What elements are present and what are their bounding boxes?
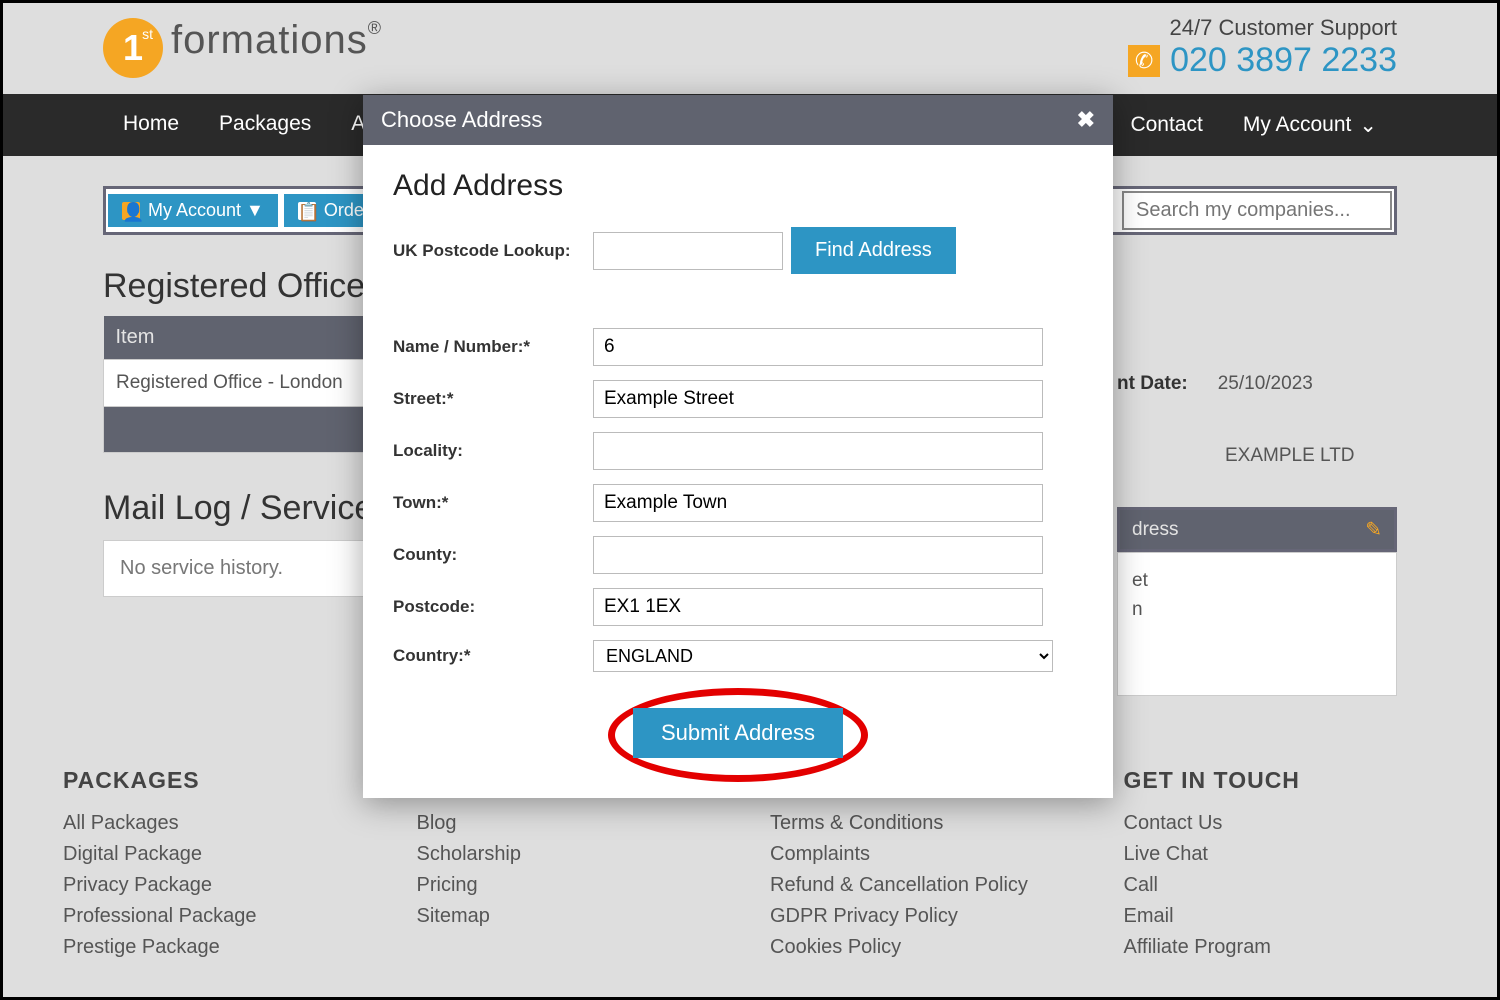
modal-body: Add Address UK Postcode Lookup: Find Add… <box>363 145 1113 798</box>
nav-account[interactable]: My Account ⌄ <box>1223 95 1397 156</box>
logo-number: 1 <box>123 27 143 69</box>
footer-link[interactable]: Professional Package <box>63 905 377 928</box>
nav-right: Contact My Account ⌄ <box>1110 94 1397 156</box>
footer-link[interactable]: Sitemap <box>417 905 731 928</box>
logo[interactable]: 1 st formations ® <box>103 18 381 78</box>
county-input[interactable] <box>593 536 1043 574</box>
footer-link[interactable]: Email <box>1124 905 1438 928</box>
side-panel: nt Date: 25/10/2023 EXAMPLE LTD dress ✎ … <box>1117 373 1397 696</box>
footer-col-packages: PACKAGES All Packages Digital Package Pr… <box>43 767 397 967</box>
nav-packages[interactable]: Packages <box>199 94 331 156</box>
orders-icon: 📋 <box>298 202 316 220</box>
logo-suffix: st <box>142 26 153 42</box>
phone-icon: ✆ <box>1128 45 1160 77</box>
footer-title-touch: GET IN TOUCH <box>1124 767 1438 794</box>
postcode-lookup-input[interactable] <box>593 232 783 270</box>
support-label: 24/7 Customer Support <box>1128 15 1397 41</box>
tab-my-account-label: My Account ▼ <box>148 200 264 221</box>
locality-label: Locality: <box>393 441 593 461</box>
footer-link[interactable]: Live Chat <box>1124 843 1438 866</box>
footer-link[interactable]: GDPR Privacy Policy <box>770 905 1084 928</box>
footer-link[interactable]: Contact Us <box>1124 812 1438 835</box>
form-row-town: Town:* <box>393 484 1083 522</box>
footer-link[interactable]: Blog <box>417 812 731 835</box>
footer-link[interactable]: Digital Package <box>63 843 377 866</box>
modal-title: Choose Address <box>381 107 542 133</box>
name-label: Name / Number:* <box>393 337 593 357</box>
pencil-icon[interactable]: ✎ <box>1365 517 1382 542</box>
name-input[interactable] <box>593 328 1043 366</box>
form-row-postcode-lookup: UK Postcode Lookup: Find Address <box>393 227 1083 274</box>
footer-link[interactable]: Affiliate Program <box>1124 936 1438 959</box>
footer-col-touch: GET IN TOUCH Contact Us Live Chat Call E… <box>1104 767 1458 967</box>
country-label: Country:* <box>393 646 593 666</box>
side-date-label: nt Date: <box>1117 373 1188 395</box>
chevron-down-icon: ⌄ <box>1359 113 1377 138</box>
submit-wrap: Submit Address <box>393 708 1083 758</box>
footer-link[interactable]: Complaints <box>770 843 1084 866</box>
footer-link[interactable]: Prestige Package <box>63 936 377 959</box>
search-companies-input[interactable] <box>1122 191 1392 230</box>
postcode-input[interactable] <box>593 588 1043 626</box>
country-select[interactable]: ENGLAND <box>593 640 1053 672</box>
locality-input[interactable] <box>593 432 1043 470</box>
form-row-county: County: <box>393 536 1083 574</box>
user-icon: 👤 <box>122 202 140 220</box>
footer-link[interactable]: Privacy Package <box>63 874 377 897</box>
address-body: et n <box>1117 552 1397 696</box>
footer-title-packages: PACKAGES <box>63 767 377 794</box>
nav-account-label: My Account <box>1243 113 1352 137</box>
logo-text: formations <box>171 18 368 63</box>
footer-link[interactable]: Terms & Conditions <box>770 812 1084 835</box>
modal-subtitle: Add Address <box>393 169 1083 203</box>
form-row-postcode: Postcode: <box>393 588 1083 626</box>
form-row-locality: Locality: <box>393 432 1083 470</box>
form-row-street: Street:* <box>393 380 1083 418</box>
phone-number: 020 3897 2233 <box>1170 41 1397 80</box>
choose-address-modal: Choose Address ✖ Add Address UK Postcode… <box>363 95 1113 798</box>
address-line-2: n <box>1132 596 1382 625</box>
street-input[interactable] <box>593 380 1043 418</box>
trademark-icon: ® <box>368 18 381 39</box>
town-input[interactable] <box>593 484 1043 522</box>
modal-header: Choose Address ✖ <box>363 95 1113 145</box>
footer-link[interactable]: Call <box>1124 874 1438 897</box>
header: 1 st formations ® 24/7 Customer Support … <box>3 3 1497 94</box>
street-label: Street:* <box>393 389 593 409</box>
find-address-button[interactable]: Find Address <box>791 227 956 274</box>
footer-link[interactable]: All Packages <box>63 812 377 835</box>
nav-contact[interactable]: Contact <box>1110 95 1222 155</box>
logo-circle-icon: 1 st <box>103 18 163 78</box>
side-date-value: 25/10/2023 <box>1218 373 1313 395</box>
support-phone[interactable]: ✆ 020 3897 2233 <box>1128 41 1397 80</box>
postcode-lookup-label: UK Postcode Lookup: <box>393 241 593 261</box>
footer-link[interactable]: Cookies Policy <box>770 936 1084 959</box>
footer-link[interactable]: Refund & Cancellation Policy <box>770 874 1084 897</box>
support-block: 24/7 Customer Support ✆ 020 3897 2233 <box>1128 15 1397 80</box>
county-label: County: <box>393 545 593 565</box>
submit-address-button[interactable]: Submit Address <box>633 708 843 758</box>
side-company-value: EXAMPLE LTD <box>1117 445 1397 467</box>
form-row-name: Name / Number:* <box>393 328 1083 366</box>
footer-link[interactable]: Pricing <box>417 874 731 897</box>
address-line-1: et <box>1132 567 1382 596</box>
tab-my-account[interactable]: 👤 My Account ▼ <box>108 194 278 227</box>
form-row-country: Country:* ENGLAND <box>393 640 1083 672</box>
footer-link[interactable]: Scholarship <box>417 843 731 866</box>
postcode-label: Postcode: <box>393 597 593 617</box>
close-icon[interactable]: ✖ <box>1077 107 1095 133</box>
nav-home[interactable]: Home <box>103 94 199 156</box>
address-panel-header: dress ✎ <box>1117 507 1397 552</box>
town-label: Town:* <box>393 493 593 513</box>
address-header-label: dress <box>1132 519 1178 541</box>
